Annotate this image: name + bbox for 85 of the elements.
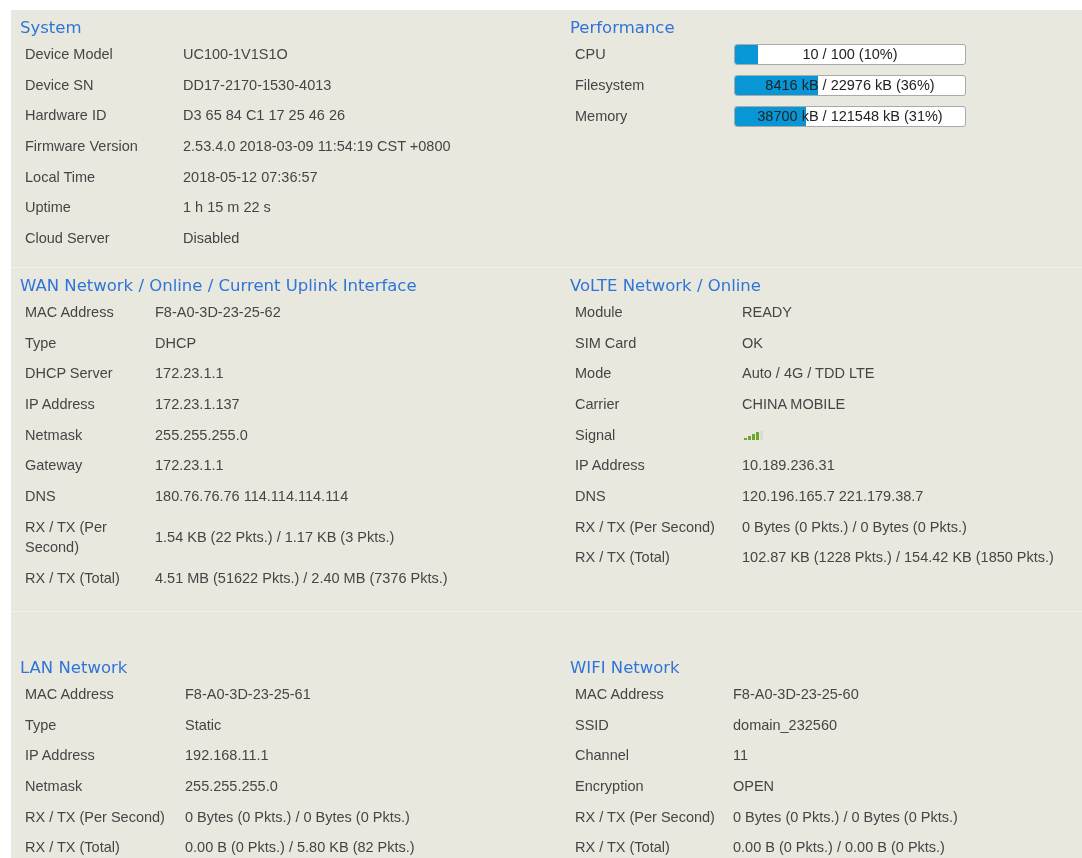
field-label: Device SN (25, 75, 95, 95)
field-value: 1 h 15 m 22 s (183, 198, 272, 218)
field-value: 255.255.255.0 (185, 777, 279, 796)
field-label: Uptime (25, 198, 72, 218)
field-label: IP Address (575, 456, 646, 476)
field-label: SIM Card (575, 333, 638, 353)
field-label: Local Time (25, 167, 97, 187)
field-label: Filesystem (575, 76, 646, 96)
field-label: Type (25, 715, 58, 735)
field-label: Carrier (575, 395, 621, 414)
field-value: 0.00 B (0 Pkts.) / 0.00 B (0 Pkts.) (733, 838, 946, 858)
field-value: 11 (733, 746, 750, 766)
meter-reading: 8416 kB / 22976 kB (36%) (764, 76, 936, 95)
field-label: Firmware Version (25, 137, 139, 156)
meter-reading: 10 / 100 (10%) (801, 45, 899, 64)
field-value: 4.51 MB (51622 Pkts.) / 2.40 MB (7376 Pkts.) (155, 569, 449, 589)
field-label: RX / TX (Per Second) (25, 517, 108, 558)
field-value: 0 Bytes (0 Pkts.) / 0 Bytes (0 Pkts.) (733, 807, 959, 827)
field-label: Mode (575, 364, 613, 384)
field-value: 120.196.165.7 221.179.38.7 (742, 487, 925, 507)
section-title: WIFI Network (570, 657, 681, 679)
field-label: IP Address (25, 746, 96, 766)
field-label: Memory (575, 107, 629, 127)
field-value: Static (185, 715, 223, 735)
field-value: 172.23.1.1 (155, 364, 225, 384)
field-label: CPU (575, 45, 607, 65)
field-label: RX / TX (Per Second) (575, 807, 716, 827)
field-value: Disabled (183, 229, 241, 249)
field-value: 192.168.11.1 (185, 746, 270, 766)
field-label: Device Model (25, 45, 114, 64)
field-value: 2.53.4.0 2018-03-09 11:54:19 CST +0800 (183, 137, 452, 156)
field-value: OPEN (733, 777, 776, 796)
section-title: WAN Network / Online / Current Uplink Interface (20, 275, 418, 297)
field-value: F8-A0-3D-23-25-62 (155, 303, 282, 322)
field-label: RX / TX (Total) (25, 569, 121, 589)
field-label: RX / TX (Total) (575, 838, 671, 858)
field-value: F8-A0-3D-23-25-61 (185, 685, 312, 704)
field-label: DNS (25, 487, 57, 507)
field-label: Type (25, 333, 58, 353)
field-label: Gateway (25, 456, 84, 476)
field-value: 1.54 KB (22 Pkts.) / 1.17 KB (3 Pkts.) (155, 528, 396, 548)
field-label: RX / TX (Per Second) (575, 517, 716, 537)
signal-bars-icon (744, 429, 764, 440)
field-label: Signal (575, 425, 617, 445)
field-value: DD17-2170-1530-4013 (183, 75, 333, 95)
section-title: VoLTE Network / Online (570, 275, 762, 297)
field-value: Auto / 4G / TDD LTE (742, 364, 876, 384)
field-value: 2018-05-12 07:36:57 (183, 167, 319, 187)
field-value: 180.76.76.76 114.114.114.114 (155, 487, 350, 507)
field-label: Hardware ID (25, 106, 108, 126)
field-value: 172.23.1.1 (155, 456, 225, 476)
field-value: D3 65 84 C1 17 25 46 26 (183, 106, 347, 126)
section-title: Performance (570, 17, 676, 39)
field-value: DHCP (155, 333, 198, 353)
field-label: Cloud Server (25, 229, 111, 249)
field-label: MAC Address (575, 685, 665, 704)
field-value: 102.87 KB (1228 Pkts.) / 154.42 KB (1850 Pkts.) (742, 548, 1055, 568)
field-label: SSID (575, 715, 610, 735)
field-value: READY (742, 303, 793, 322)
field-value: OK (742, 333, 764, 353)
field-label: MAC Address (25, 685, 115, 704)
field-value: 0 Bytes (0 Pkts.) / 0 Bytes (0 Pkts.) (742, 517, 968, 537)
field-label: RX / TX (Total) (575, 548, 671, 568)
field-value: 0 Bytes (0 Pkts.) / 0 Bytes (0 Pkts.) (185, 807, 411, 827)
field-value: 172.23.1.137 (155, 395, 241, 414)
field-label: Encryption (575, 777, 645, 796)
section-title: LAN Network (20, 657, 129, 679)
field-label: DNS (575, 487, 607, 507)
field-value: F8-A0-3D-23-25-60 (733, 685, 860, 704)
field-value: 255.255.255.0 (155, 425, 249, 445)
field-label: Module (575, 303, 624, 322)
field-label: RX / TX (Total) (25, 838, 121, 858)
field-label: Netmask (25, 425, 84, 445)
field-value: domain_232560 (733, 715, 838, 735)
field-label: Netmask (25, 777, 84, 796)
field-label: IP Address (25, 395, 96, 414)
field-value: CHINA MOBILE (742, 395, 847, 414)
field-value: UC100-1V1S1O (183, 45, 289, 64)
field-label: Channel (575, 746, 630, 766)
section-title: System (20, 17, 83, 39)
field-value: 10.189.236.31 (742, 456, 836, 476)
field-value: 0.00 B (0 Pkts.) / 5.80 KB (82 Pkts.) (185, 838, 416, 858)
field-label: RX / TX (Per Second) (25, 807, 166, 827)
field-label: MAC Address (25, 303, 115, 322)
field-label: DHCP Server (25, 364, 114, 384)
